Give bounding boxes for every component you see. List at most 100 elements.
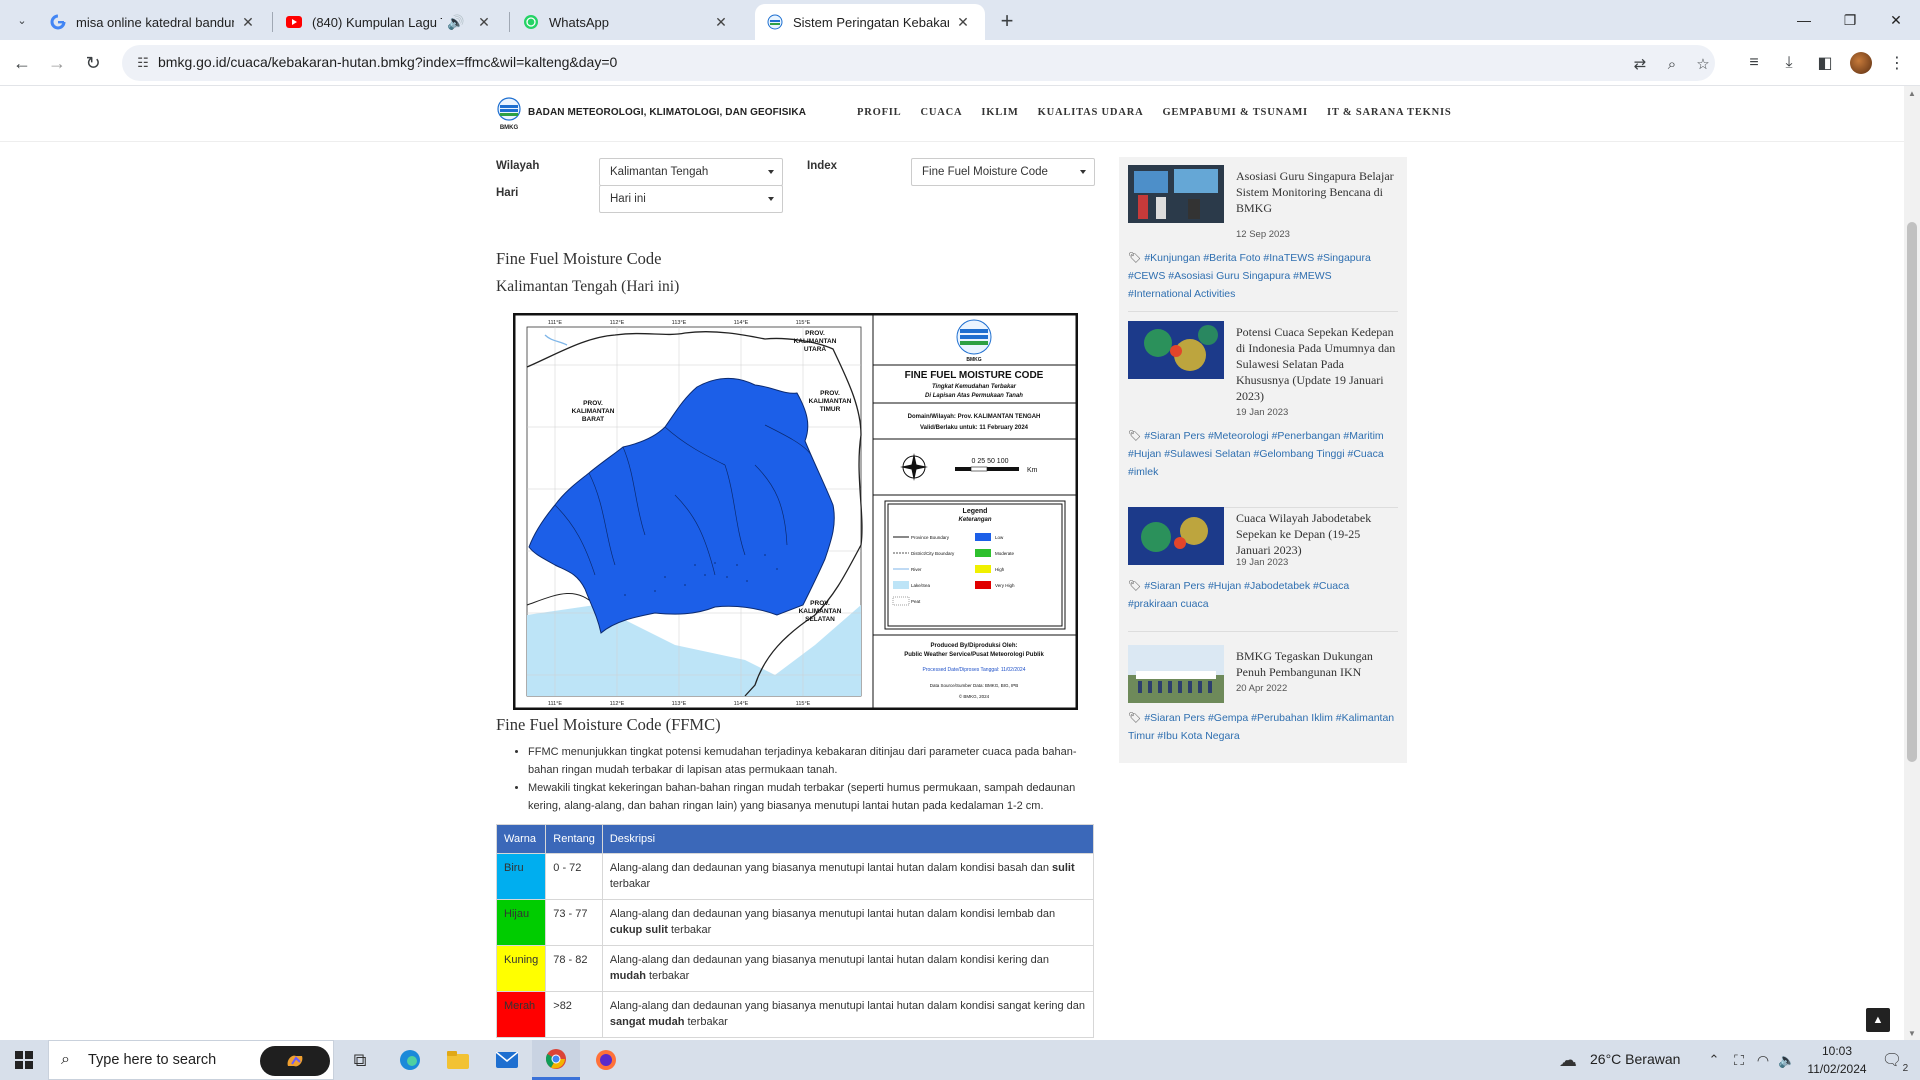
zoom-icon[interactable]: ⌕ bbox=[1661, 53, 1683, 75]
wifi-icon[interactable]: ◠ bbox=[1750, 1040, 1776, 1080]
news-thumbnail[interactable] bbox=[1128, 165, 1224, 223]
range-cell: 73 - 77 bbox=[545, 899, 603, 946]
firefox-icon[interactable] bbox=[582, 1040, 630, 1080]
scrollbar-thumb[interactable] bbox=[1907, 222, 1917, 762]
table-row: Kuning 78 - 82 Alang-alang dan dedaunan … bbox=[495, 945, 1095, 992]
tab-bmkg[interactable]: Sistem Peringatan Kebakaran H ✕ bbox=[755, 4, 985, 40]
file-explorer-icon[interactable] bbox=[434, 1040, 482, 1080]
speaker-icon[interactable]: 🔊 bbox=[446, 12, 466, 32]
legend-item: Low bbox=[995, 535, 1004, 540]
tab-youtube[interactable]: (840) Kumpulan Lagu TULUS 🔊 ✕ bbox=[274, 4, 506, 40]
nav-iklim[interactable]: IKLIM bbox=[981, 107, 1018, 118]
legend-item: Peat bbox=[911, 599, 921, 604]
wilayah-value: Kalimantan Tengah bbox=[610, 166, 709, 178]
news-title[interactable]: Asosiasi Guru Singapura Belajar Sistem M… bbox=[1236, 168, 1396, 216]
legend-item: High bbox=[995, 567, 1005, 572]
menu-kebab-icon[interactable]: ⋮ bbox=[1883, 49, 1911, 77]
url-text[interactable]: bmkg.go.id/cuaca/kebakaran-hutan.bmkg?in… bbox=[158, 54, 617, 70]
news-thumbnail[interactable] bbox=[1128, 645, 1224, 703]
close-window-button[interactable]: ✕ bbox=[1876, 6, 1916, 34]
caret-down-icon bbox=[768, 197, 774, 201]
news-title[interactable]: BMKG Tegaskan Dukungan Penuh Pembangunan… bbox=[1236, 648, 1396, 680]
page-scrollbar[interactable]: ▲ ▼ bbox=[1904, 86, 1920, 1040]
scroll-up-arrow-icon[interactable]: ▲ bbox=[1904, 86, 1920, 100]
label-kaltim-3: TIMUR bbox=[820, 406, 841, 413]
ffmc-map-graphic: PROV. KALIMANTAN BARAT PROV. KALIMANTAN … bbox=[514, 314, 1077, 709]
address-bar[interactable]: ☷ bmkg.go.id/cuaca/kebakaran-hutan.bmkg?… bbox=[122, 45, 1715, 81]
news-thumbnail[interactable] bbox=[1128, 507, 1224, 565]
tag-icon: 🏷 bbox=[1128, 580, 1142, 592]
tray-chevron-up-icon[interactable]: ⌃ bbox=[1700, 1040, 1728, 1080]
nav-it-sarana-teknis[interactable]: IT & SARANA TEKNIS bbox=[1327, 107, 1452, 118]
tab-divider bbox=[509, 12, 510, 32]
index-select[interactable]: Fine Fuel Moisture Code bbox=[911, 158, 1095, 186]
desc-cell: Alang-alang dan dedaunan yang biasanya m… bbox=[601, 945, 1095, 992]
new-tab-button[interactable]: + bbox=[994, 8, 1020, 34]
notification-center-icon[interactable]: 🗨 2 bbox=[1872, 1040, 1912, 1080]
side-panel-icon[interactable]: ◧ bbox=[1811, 49, 1839, 77]
map-domain: Domain/Wilayah: Prov. KALIMANTAN TENGAH bbox=[908, 414, 1041, 420]
start-button[interactable] bbox=[0, 1040, 48, 1080]
clock-date[interactable]: 11/02/2024 bbox=[1801, 1062, 1873, 1076]
nav-kualitas-udara[interactable]: KUALITAS UDARA bbox=[1038, 107, 1144, 118]
chrome-icon[interactable] bbox=[532, 1040, 580, 1080]
color-cell: Biru bbox=[495, 853, 547, 900]
index-label: Index bbox=[807, 160, 838, 172]
close-icon[interactable]: ✕ bbox=[953, 12, 973, 32]
bookmark-star-icon[interactable]: ☆ bbox=[1692, 53, 1714, 75]
map-title: FINE FUEL MOISTURE CODE bbox=[905, 370, 1044, 381]
list-item: Mewakili tingkat kekeringan bahan-bahan … bbox=[528, 779, 1091, 815]
close-icon[interactable]: ✕ bbox=[711, 12, 731, 32]
close-icon[interactable]: ✕ bbox=[238, 12, 258, 32]
reload-button[interactable]: ↻ bbox=[79, 49, 107, 77]
mail-icon[interactable] bbox=[483, 1040, 531, 1080]
news-tags[interactable]: 🏷 #Kunjungan #Berita Foto #InaTEWS #Singa… bbox=[1128, 249, 1398, 303]
clock-time[interactable]: 10:03 bbox=[1807, 1044, 1867, 1058]
legend-item: Moderate bbox=[995, 551, 1015, 556]
hari-select[interactable]: Hari ini bbox=[599, 185, 783, 213]
back-button[interactable]: ← bbox=[8, 49, 36, 77]
bmkg-logo-icon[interactable]: BMKG bbox=[496, 97, 522, 131]
page-title: Fine Fuel Moisture Code bbox=[496, 249, 662, 268]
translate-icon[interactable]: ⇄ bbox=[1629, 53, 1651, 75]
news-item[interactable]: Potensi Cuaca Sepekan Kedepan di Indones… bbox=[1128, 321, 1398, 501]
site-info-icon[interactable]: ☷ bbox=[134, 54, 152, 72]
news-title[interactable]: Potensi Cuaca Sepekan Kedepan di Indones… bbox=[1236, 324, 1396, 404]
tab-google[interactable]: misa online katedral bandung h ✕ bbox=[38, 4, 270, 40]
news-tags[interactable]: 🏷 #Siaran Pers #Hujan #Jabodetabek #Cuaca… bbox=[1128, 577, 1398, 613]
ffmc-map: PROV. KALIMANTAN BARAT PROV. KALIMANTAN … bbox=[513, 313, 1078, 710]
news-item[interactable]: Asosiasi Guru Singapura Belajar Sistem M… bbox=[1128, 165, 1398, 305]
taskbar-search[interactable]: ⌕ Type here to search bbox=[48, 1040, 334, 1080]
network-icon[interactable]: ⛶ bbox=[1726, 1040, 1752, 1080]
label-kalsel-3: SELATAN bbox=[805, 616, 835, 623]
news-tags[interactable]: 🏷 #Siaran Pers #Gempa #Perubahan Iklim #K… bbox=[1128, 709, 1398, 745]
notification-count: 2 bbox=[1902, 1063, 1909, 1074]
download-icon[interactable]: ⤓ bbox=[1775, 49, 1803, 77]
tab-search-button[interactable]: ⌄ bbox=[10, 8, 34, 32]
volume-icon[interactable]: 🔈 bbox=[1774, 1040, 1800, 1080]
media-control-icon[interactable]: ≡ bbox=[1740, 49, 1768, 77]
task-view-icon[interactable]: ⧉ bbox=[336, 1040, 384, 1080]
forward-button[interactable]: → bbox=[43, 49, 71, 77]
news-tags[interactable]: 🏷 #Siaran Pers #Meteorologi #Penerbangan … bbox=[1128, 427, 1398, 481]
nav-cuaca[interactable]: CUACA bbox=[920, 107, 962, 118]
news-item[interactable]: Cuaca Wilayah Jabodetabek Sepekan ke Dep… bbox=[1128, 507, 1398, 627]
weather-icon[interactable]: ☁ bbox=[1552, 1040, 1584, 1080]
edge-icon[interactable] bbox=[386, 1040, 434, 1080]
profile-avatar[interactable] bbox=[1847, 49, 1875, 77]
news-thumbnail[interactable] bbox=[1128, 321, 1224, 379]
tab-whatsapp[interactable]: WhatsApp ✕ bbox=[511, 4, 743, 40]
weather-text[interactable]: 26°C Berawan bbox=[1590, 1051, 1680, 1067]
copilot-icon[interactable] bbox=[260, 1046, 330, 1076]
scroll-to-top-button[interactable]: ▲ bbox=[1866, 1008, 1890, 1032]
wilayah-select[interactable]: Kalimantan Tengah bbox=[599, 158, 783, 186]
scroll-down-arrow-icon[interactable]: ▼ bbox=[1904, 1026, 1920, 1040]
youtube-icon bbox=[286, 14, 302, 30]
nav-gempabumi-tsunami[interactable]: GEMPABUMI & TSUNAMI bbox=[1162, 107, 1307, 118]
news-item[interactable]: BMKG Tegaskan Dukungan Penuh Pembangunan… bbox=[1128, 645, 1398, 755]
nav-profil[interactable]: PROFIL bbox=[857, 107, 901, 118]
close-icon[interactable]: ✕ bbox=[474, 12, 494, 32]
news-title[interactable]: Cuaca Wilayah Jabodetabek Sepekan ke Dep… bbox=[1236, 510, 1396, 558]
minimize-button[interactable]: — bbox=[1784, 6, 1824, 34]
restore-button[interactable]: ❐ bbox=[1830, 6, 1870, 34]
